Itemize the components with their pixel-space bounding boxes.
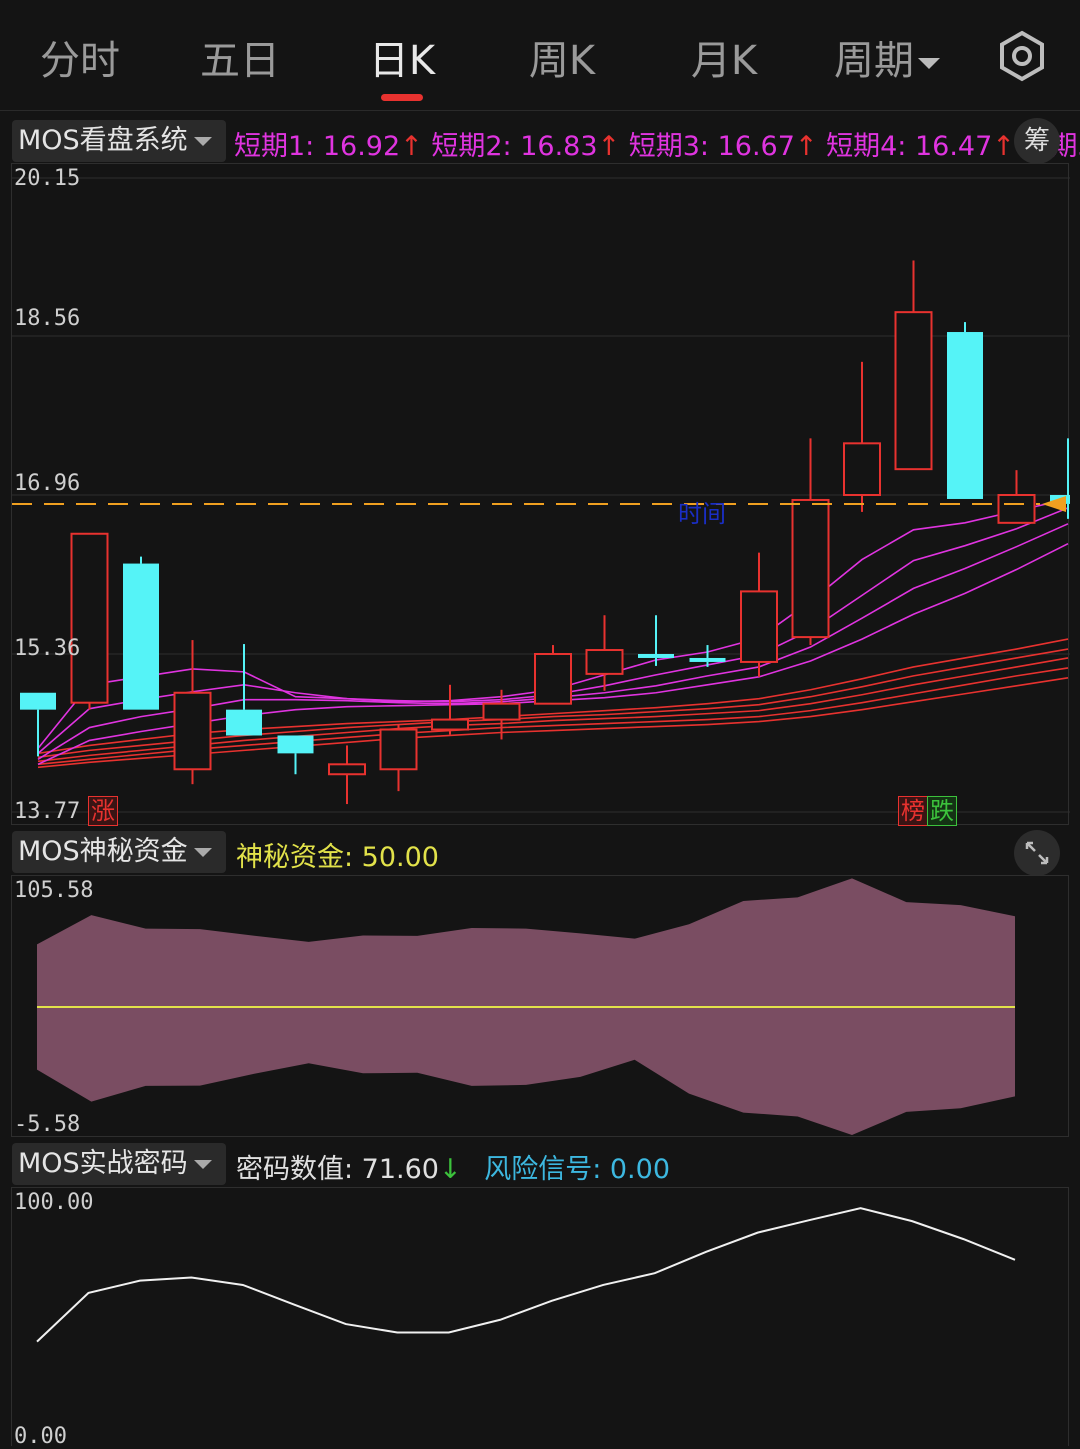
- candle-body: [484, 704, 520, 720]
- y-tick-label: 20.15: [14, 166, 80, 191]
- y-tick-label: 15.36: [14, 636, 80, 661]
- active-tab-indicator: [381, 94, 423, 101]
- candle-body: [844, 443, 880, 495]
- code-value-line: [37, 1208, 1015, 1341]
- tab-intraday[interactable]: 分时: [10, 28, 150, 86]
- candle-body: [947, 332, 983, 499]
- ma-legend-item-2: 短期2: 16.83↑: [431, 131, 620, 162]
- y-tick-label: 16.96: [14, 471, 80, 496]
- code-value-text: 密码数值: 71.60: [236, 1154, 439, 1185]
- fund-indicator-selector[interactable]: MOS神秘资金: [12, 831, 226, 873]
- candle-body: [381, 730, 417, 770]
- chevron-down-icon: [194, 1160, 212, 1169]
- ma-legend-item-1: 短期1: 16.92↑: [234, 131, 423, 162]
- chevron-down-icon: [918, 58, 940, 69]
- candle-body: [123, 564, 159, 710]
- up-arrow-icon: ↑: [992, 131, 1015, 162]
- candle-body: [638, 654, 674, 658]
- candle-body: [432, 720, 468, 730]
- ma-legend-value: 短期1: 16.92: [234, 131, 400, 162]
- risk-signal-text: 风险信号: 0.00: [484, 1154, 670, 1185]
- code-indicator-selector[interactable]: MOS实战密码: [12, 1143, 226, 1185]
- up-arrow-icon: ↑: [400, 131, 423, 162]
- time-marker-label: 时间: [678, 494, 726, 529]
- candle-body: [278, 735, 314, 753]
- kline-panel: 20.15 18.56 16.96 15.36 13.77 涨 榜 跌 时间: [11, 163, 1069, 825]
- gear-icon: [996, 30, 1048, 82]
- fund-panel: 105.58 -5.58: [11, 875, 1069, 1137]
- tab-monthly-k[interactable]: 月K: [654, 28, 794, 86]
- ma-legend-value: 短期4: 16.47: [826, 131, 992, 162]
- kline-chart: [12, 164, 1070, 826]
- candle-body: [20, 693, 56, 710]
- ma-legend-value: 短期2: 16.83: [431, 131, 597, 162]
- ma-legend-item-3: 短期3: 16.67↑: [629, 131, 818, 162]
- candle-body: [690, 658, 726, 662]
- code-panel: 100.00 0.00: [11, 1187, 1069, 1446]
- main-indicator-label: MOS看盘系统: [18, 125, 188, 156]
- expand-icon: [1014, 830, 1060, 876]
- chip-distribution-button[interactable]: 筹: [1014, 118, 1060, 164]
- ma-legend: 短期1: 16.92↑ 短期2: 16.83↑ 短期3: 16.67↑ 短期4:…: [234, 124, 1080, 163]
- fund-chart: [12, 876, 1070, 1138]
- y-tick-label: 0.00: [14, 1424, 67, 1449]
- fund-legend: 神秘资金: 50.00: [236, 835, 439, 874]
- y-tick-label: 18.56: [14, 306, 80, 331]
- candle-body: [175, 693, 211, 770]
- rise-ranking-tag[interactable]: 涨: [88, 796, 118, 826]
- candle-body: [999, 495, 1035, 523]
- candle-body: [793, 500, 829, 637]
- tab-period-dropdown[interactable]: 周期: [812, 28, 962, 86]
- candle-body: [535, 654, 571, 704]
- tab-weekly-k[interactable]: 周K: [492, 28, 632, 86]
- settings-button[interactable]: [996, 30, 1048, 82]
- candle-body: [896, 312, 932, 469]
- period-tab-bar: 分时 五日 日K 周K 月K 周期: [0, 0, 1080, 111]
- y-tick-label: -5.58: [14, 1112, 80, 1137]
- candle-body: [741, 591, 777, 662]
- tab-five-day[interactable]: 五日: [170, 28, 310, 86]
- ma-legend-item-4: 短期4: 16.47↑: [826, 131, 1015, 162]
- chevron-down-icon: [194, 137, 212, 146]
- ranking-board-tag[interactable]: 榜: [898, 796, 928, 826]
- ma-legend-value: 短期3: 16.67: [629, 131, 795, 162]
- chevron-down-icon: [194, 848, 212, 857]
- y-tick-label: 105.58: [14, 878, 93, 903]
- code-legend: 密码数值: 71.60↓ 风险信号: 0.00: [236, 1147, 670, 1186]
- main-indicator-selector[interactable]: MOS看盘系统: [12, 120, 226, 162]
- candle-body: [587, 650, 623, 674]
- tab-daily-k[interactable]: 日K: [332, 28, 472, 86]
- down-arrow-icon: ↓: [439, 1154, 462, 1185]
- candle-body: [72, 534, 108, 703]
- y-tick-label: 13.77: [14, 799, 80, 824]
- code-indicator-label: MOS实战密码: [18, 1148, 188, 1179]
- code-chart: [12, 1188, 1070, 1447]
- candle-body: [329, 764, 365, 774]
- fund-indicator-label: MOS神秘资金: [18, 836, 188, 867]
- tab-period-label: 周期: [834, 38, 914, 84]
- y-tick-label: 100.00: [14, 1190, 93, 1215]
- up-arrow-icon: ↑: [598, 131, 621, 162]
- up-arrow-icon: ↑: [795, 131, 818, 162]
- expand-panel-button[interactable]: [1014, 830, 1060, 876]
- candle-body: [226, 710, 262, 736]
- fall-ranking-tag[interactable]: 跌: [927, 796, 957, 826]
